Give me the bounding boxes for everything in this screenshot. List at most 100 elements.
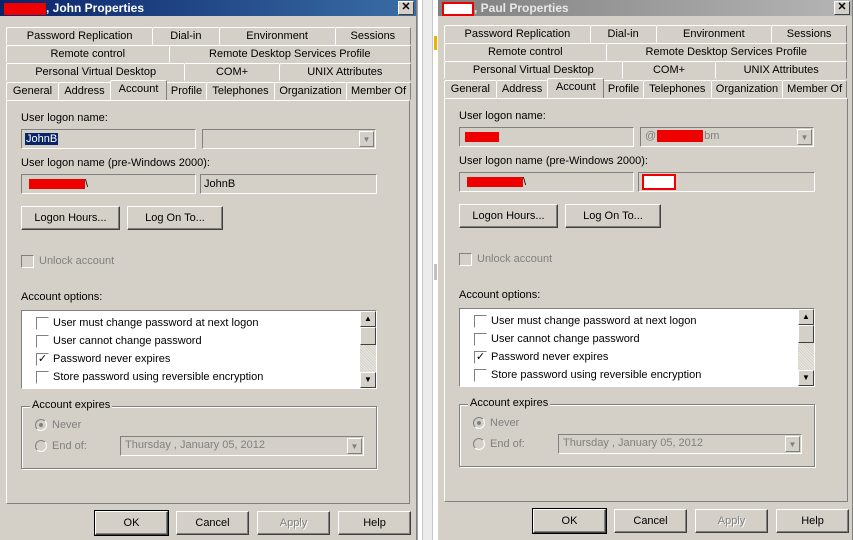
ok-button[interactable]: OK — [532, 508, 607, 534]
log-on-to-button[interactable]: Log On To... — [565, 204, 661, 228]
never-radio[interactable] — [473, 417, 485, 429]
pre2000-label: User logon name (pre-Windows 2000): — [21, 157, 210, 169]
close-button[interactable]: ✕ — [398, 1, 414, 15]
pre2000-username-input[interactable] — [638, 172, 815, 192]
help-button[interactable]: Help — [776, 509, 849, 533]
checkbox[interactable] — [474, 315, 487, 328]
logon-name-label: User logon name: — [21, 112, 108, 124]
tab-sessions[interactable]: Sessions — [771, 25, 847, 43]
tab-member-of[interactable]: Member Of — [346, 82, 411, 100]
tab-telephones[interactable]: Telephones — [206, 82, 275, 100]
tab-row-4: General Address Account Profile Telephon… — [444, 78, 848, 98]
tab-profile[interactable]: Profile — [166, 82, 207, 100]
checkbox-checked[interactable]: ✓ — [474, 351, 487, 364]
tab-personal-virtual-desktop[interactable]: Personal Virtual Desktop — [6, 63, 186, 81]
ok-button[interactable]: OK — [94, 510, 169, 536]
upn-suffix-select[interactable]: ▼ — [202, 129, 376, 149]
option-cannot-change-password[interactable]: User cannot change password — [474, 333, 640, 351]
tab-remote-desktop-services-profile[interactable]: Remote Desktop Services Profile — [605, 43, 847, 61]
option-cannot-change-password[interactable]: User cannot change password — [36, 335, 202, 353]
tab-environment[interactable]: Environment — [655, 25, 773, 43]
checkbox[interactable] — [36, 371, 49, 384]
scroll-up-icon[interactable]: ▲ — [360, 311, 376, 327]
option-reversible-encryption[interactable]: Store password using reversible encrypti… — [474, 369, 701, 387]
end-of-date-picker[interactable]: Thursday , January 05, 2012 ▼ — [120, 436, 364, 456]
scroll-up-icon[interactable]: ▲ — [798, 309, 814, 325]
chevron-down-icon: ▼ — [785, 436, 800, 452]
log-on-to-button[interactable]: Log On To... — [127, 206, 223, 230]
title-bar[interactable]: , John Properties ✕ — [0, 0, 416, 16]
tab-password-replication[interactable]: Password Replication — [6, 27, 154, 45]
end-of-radio[interactable] — [35, 440, 47, 452]
scroll-down-icon[interactable]: ▼ — [798, 370, 814, 386]
apply-button[interactable]: Apply — [257, 511, 330, 535]
checkbox-checked[interactable]: ✓ — [36, 353, 49, 366]
logon-hours-button[interactable]: Logon Hours... — [21, 206, 120, 230]
option-must-change-password[interactable]: User must change password at next logon — [36, 317, 258, 335]
tab-dial-in[interactable]: Dial-in — [589, 25, 657, 43]
option-reversible-encryption[interactable]: Store password using reversible encrypti… — [36, 371, 263, 389]
end-of-date-picker[interactable]: Thursday , January 05, 2012 ▼ — [558, 434, 802, 454]
tab-account[interactable]: Account — [547, 78, 605, 98]
logon-name-label: User logon name: — [459, 110, 546, 122]
tab-profile[interactable]: Profile — [603, 80, 644, 98]
tab-remote-control[interactable]: Remote control — [444, 43, 607, 61]
account-options-list[interactable]: User must change password at next logon … — [21, 310, 377, 389]
upn-suffix-select[interactable]: @ bm ▼ — [640, 127, 814, 147]
apply-button[interactable]: Apply — [695, 509, 768, 533]
options-scrollbar[interactable]: ▲ ▼ — [798, 309, 814, 386]
tab-general[interactable]: General — [444, 80, 497, 98]
tab-address[interactable]: Address — [58, 82, 111, 100]
checkbox[interactable] — [474, 333, 487, 346]
account-expires-title: Account expires — [468, 397, 551, 409]
pre2000-username-input[interactable]: JohnB — [200, 174, 377, 194]
title-bar[interactable]: , Paul Properties ✕ — [438, 0, 852, 16]
cancel-button[interactable]: Cancel — [614, 509, 687, 533]
end-of-label: End of: — [490, 438, 525, 450]
option-password-never-expires[interactable]: ✓ Password never expires — [36, 353, 170, 371]
tab-com-plus[interactable]: COM+ — [184, 63, 280, 81]
never-label: Never — [490, 417, 520, 429]
never-radio[interactable] — [35, 419, 47, 431]
options-scrollbar[interactable]: ▲ ▼ — [360, 311, 376, 388]
scroll-thumb[interactable] — [360, 327, 376, 345]
tab-com-plus[interactable]: COM+ — [621, 61, 717, 79]
tab-remote-desktop-services-profile[interactable]: Remote Desktop Services Profile — [168, 45, 411, 63]
account-options-list[interactable]: User must change password at next logon … — [459, 308, 815, 387]
unlock-account-label: Unlock account — [477, 253, 553, 265]
option-password-never-expires[interactable]: ✓ Password never expires — [474, 351, 608, 369]
checkbox[interactable] — [36, 335, 49, 348]
scroll-down-icon[interactable]: ▼ — [360, 372, 376, 388]
chevron-down-icon: ▼ — [347, 438, 362, 454]
tab-environment[interactable]: Environment — [218, 27, 336, 45]
tab-organization[interactable]: Organization — [274, 82, 347, 100]
tab-remote-control[interactable]: Remote control — [6, 45, 170, 63]
checkbox[interactable] — [36, 317, 49, 330]
tab-account[interactable]: Account — [110, 80, 167, 100]
never-label: Never — [52, 419, 82, 431]
option-label: User must change password at next logon — [491, 315, 697, 327]
close-button[interactable]: ✕ — [834, 1, 850, 15]
tab-address[interactable]: Address — [495, 80, 549, 98]
option-must-change-password[interactable]: User must change password at next logon — [474, 315, 696, 333]
unlock-account-checkbox[interactable] — [459, 253, 472, 266]
tab-personal-virtual-desktop[interactable]: Personal Virtual Desktop — [444, 61, 623, 79]
tab-password-replication[interactable]: Password Replication — [444, 25, 591, 43]
tab-general[interactable]: General — [6, 82, 59, 100]
tab-unix-attributes[interactable]: UNIX Attributes — [278, 63, 411, 81]
checkbox[interactable] — [474, 369, 487, 382]
tab-sessions[interactable]: Sessions — [334, 27, 411, 45]
tab-telephones[interactable]: Telephones — [642, 80, 712, 98]
tab-dial-in[interactable]: Dial-in — [152, 27, 220, 45]
tab-organization[interactable]: Organization — [710, 80, 784, 98]
unlock-account-checkbox[interactable] — [21, 255, 34, 268]
cancel-button[interactable]: Cancel — [176, 511, 249, 535]
logon-name-input[interactable] — [459, 127, 634, 147]
logon-hours-button[interactable]: Logon Hours... — [459, 204, 558, 228]
scroll-thumb[interactable] — [798, 325, 814, 343]
help-button[interactable]: Help — [338, 511, 411, 535]
tab-unix-attributes[interactable]: UNIX Attributes — [715, 61, 848, 79]
end-of-radio[interactable] — [473, 438, 485, 450]
tab-member-of[interactable]: Member Of — [782, 80, 848, 98]
logon-name-input[interactable]: JohnB — [21, 129, 196, 149]
